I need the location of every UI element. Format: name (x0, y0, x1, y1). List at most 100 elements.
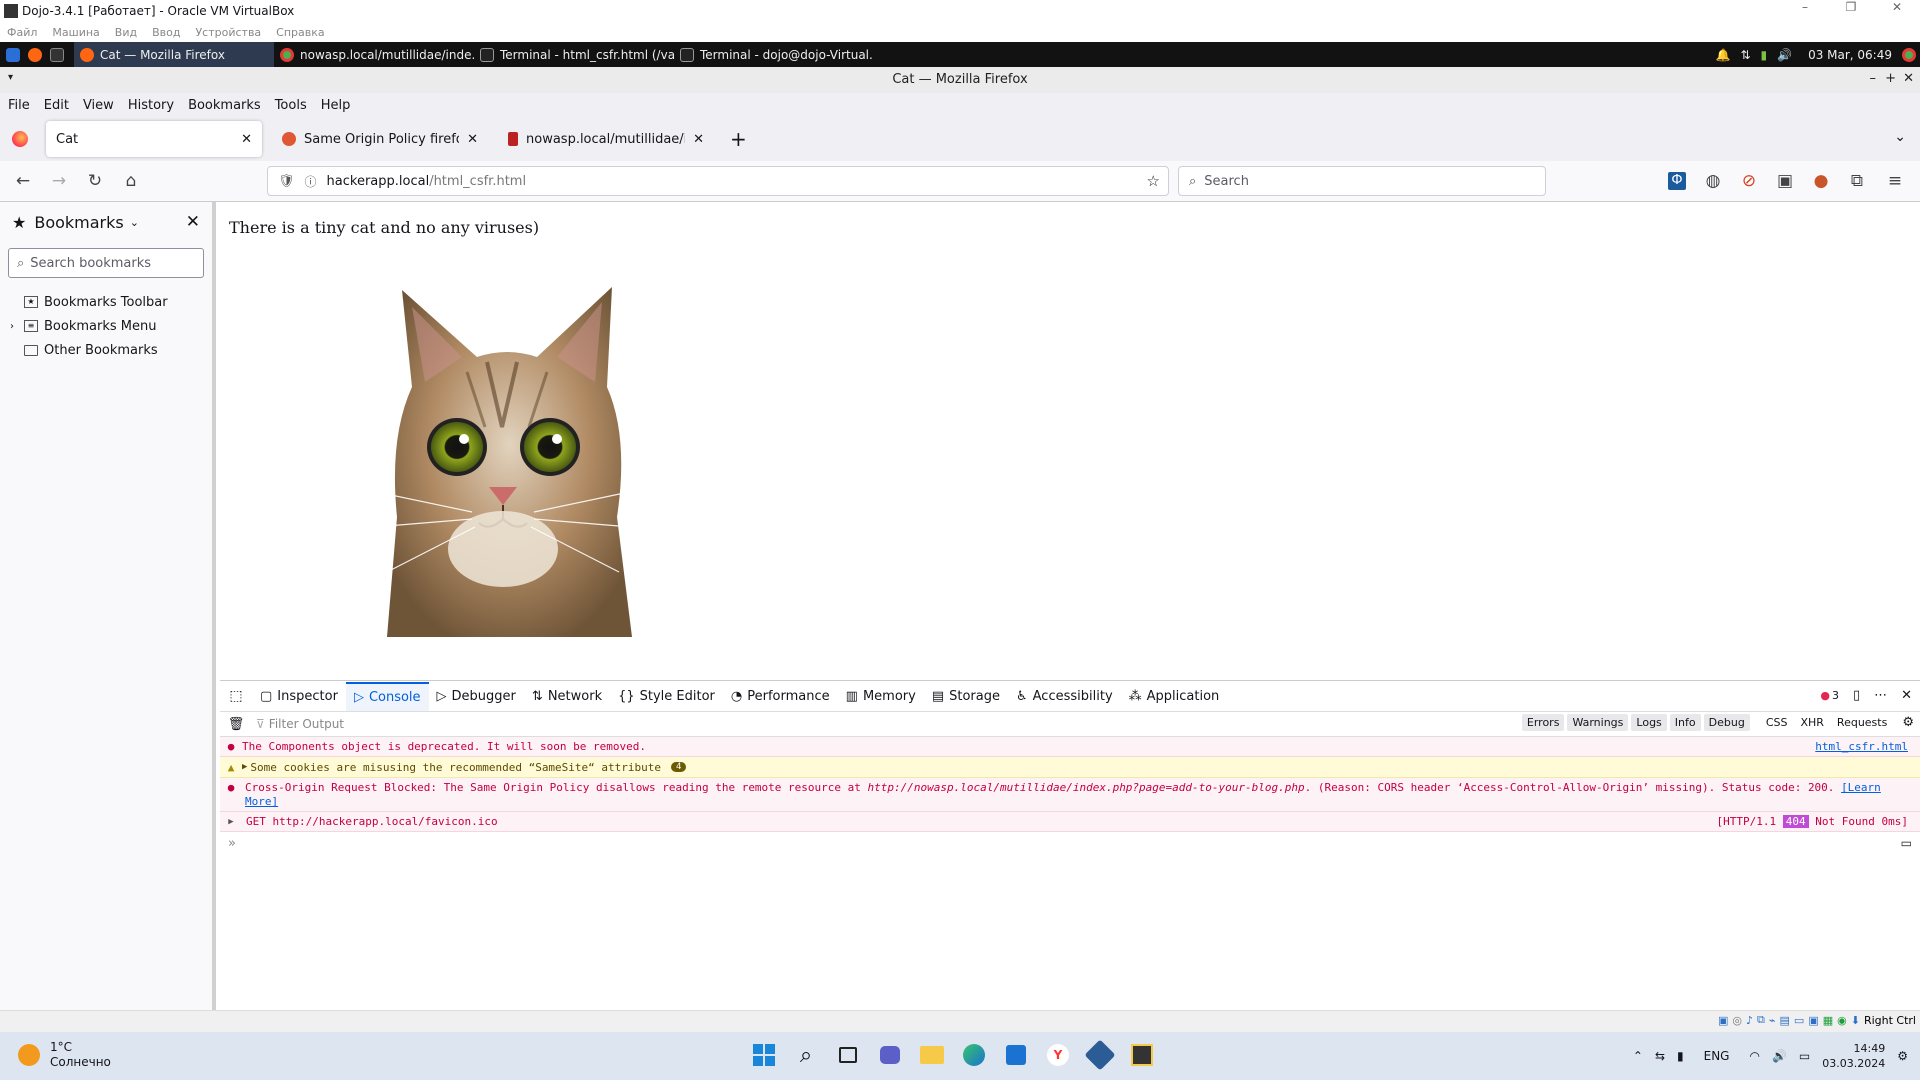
tracking-protection-icon[interactable]: 🛡 (278, 174, 295, 189)
network-status-icon[interactable]: ⧉ (1757, 1013, 1765, 1027)
menu-view[interactable]: View (83, 98, 114, 113)
volume-icon[interactable]: 🔊 (1777, 48, 1792, 62)
filter-logs-button[interactable]: Logs (1631, 714, 1667, 731)
cpu-status-icon[interactable]: ▦ (1823, 1014, 1833, 1027)
chevron-up-icon[interactable]: ⌃ (1633, 1049, 1643, 1063)
wifi-icon[interactable]: ◠ (1749, 1049, 1759, 1063)
vbox-menu-file[interactable]: Файл (7, 26, 37, 39)
tab-storage[interactable]: ▤ Storage (924, 682, 1008, 711)
taskbar-app-terminal-2[interactable]: Terminal - dojo@dojo-Virtual... (674, 42, 874, 67)
back-icon[interactable]: ← (12, 170, 34, 192)
bookmark-star-icon[interactable]: ☆ (1147, 172, 1160, 190)
vbox-menu-help[interactable]: Справка (276, 26, 324, 39)
edge-icon[interactable] (959, 1040, 989, 1070)
menu-tools[interactable]: Tools (275, 98, 307, 113)
editor-mode-icon[interactable]: ▭ (1901, 836, 1912, 850)
console-settings-icon[interactable]: ⚙ (1902, 715, 1914, 730)
tree-item-other-bookmarks[interactable]: Other Bookmarks (0, 338, 212, 362)
task-view-icon[interactable] (833, 1040, 863, 1070)
maximize-icon[interactable]: ❐ (1828, 0, 1874, 22)
volume-icon[interactable]: 🔊 (1772, 1049, 1787, 1063)
hdd-status-icon[interactable]: ▣ (1718, 1014, 1728, 1027)
tab-accessibility[interactable]: ♿ Accessibility (1008, 682, 1121, 711)
dock-side-icon[interactable]: ▯ (1853, 688, 1860, 703)
chevron-right-icon[interactable]: › (10, 321, 18, 332)
tab-memory[interactable]: ▥ Memory (838, 682, 924, 711)
taskbar-app-terminal-1[interactable]: Terminal - html_csfr.html (/va... (474, 42, 674, 67)
reload-icon[interactable]: ↻ (84, 170, 106, 192)
sidebar-title[interactable]: Bookmarks (34, 213, 123, 232)
teams-chat-icon[interactable] (875, 1040, 905, 1070)
usb-status-icon[interactable]: ⌁ (1769, 1014, 1776, 1027)
chevron-down-icon[interactable]: ⌄ (130, 216, 139, 229)
ff-minimize-icon[interactable]: – (1870, 71, 1877, 86)
menu-file[interactable]: File (8, 98, 30, 113)
filter-debug-button[interactable]: Debug (1703, 714, 1750, 731)
battery-icon[interactable]: ▮ (1761, 48, 1768, 62)
mouse-integration-icon[interactable]: ⬇ (1851, 1014, 1860, 1027)
filter-output-input[interactable]: Filter Output (269, 717, 344, 731)
filter-errors-button[interactable]: Errors (1521, 714, 1565, 731)
yandex-browser-icon[interactable]: Y (1043, 1040, 1073, 1070)
start-windows-icon[interactable] (749, 1040, 779, 1070)
tab-close-icon[interactable]: ✕ (241, 132, 252, 147)
extension-globe-icon[interactable]: ◍ (1702, 170, 1724, 192)
search-icon[interactable]: ⌕ (791, 1040, 821, 1070)
audio-status-icon[interactable]: ♪ (1746, 1014, 1753, 1027)
vm-app-icon[interactable] (1127, 1040, 1157, 1070)
menu-help[interactable]: Help (321, 98, 351, 113)
network-icon[interactable]: ⇅ (1740, 48, 1750, 62)
extension-blocker-icon[interactable]: ⊘ (1738, 170, 1760, 192)
recording-status-icon[interactable]: ▣ (1808, 1014, 1818, 1027)
menu-history[interactable]: History (128, 98, 174, 113)
chrome-tray-icon[interactable] (1902, 47, 1916, 62)
terminal-launcher-icon[interactable] (50, 47, 64, 62)
firefox-view-icon[interactable] (12, 131, 28, 147)
filter-css-button[interactable]: CSS (1761, 714, 1793, 731)
notification-bell-icon[interactable]: 🔔 (1715, 48, 1730, 62)
tab-mutillidae[interactable]: nowasp.local/mutillidae/inde ✕ (498, 121, 714, 157)
clear-console-icon[interactable]: 🗑 (220, 717, 252, 732)
ff-close-icon[interactable]: ✕ (1903, 71, 1914, 86)
url-text[interactable]: hackerapp.local/html_csfr.html (327, 174, 527, 189)
vbox-menu-devices[interactable]: Устройства (195, 26, 261, 39)
signal-bars-icon[interactable]: ▮ (1677, 1049, 1684, 1063)
filter-requests-button[interactable]: Requests (1832, 714, 1892, 731)
error-count-badge[interactable]: ● 3 (1820, 689, 1839, 702)
tab-network[interactable]: ⇅ Network (524, 682, 610, 711)
search-bar[interactable]: ⌕ Search (1178, 166, 1546, 196)
log-source-link[interactable]: html_csfr.html (1815, 740, 1908, 753)
host-clock[interactable]: 14:49 03.03.2024 (1822, 1041, 1885, 1071)
devtools-close-icon[interactable]: ✕ (1901, 688, 1912, 703)
tab-style-editor[interactable]: {} Style Editor (610, 682, 723, 711)
list-all-tabs-icon[interactable]: ⌄ (1894, 129, 1906, 145)
tab-performance[interactable]: ◔ Performance (723, 682, 838, 711)
firefox-launcher-icon[interactable] (28, 47, 42, 62)
app-menu-icon[interactable]: ≡ (1884, 170, 1906, 192)
optical-status-icon[interactable]: ◎ (1732, 1014, 1742, 1027)
url-bar[interactable]: 🛡 ⓘ hackerapp.local/html_csfr.html ☆ (267, 166, 1169, 196)
filter-info-button[interactable]: Info (1669, 714, 1701, 731)
virtualbox-app-icon[interactable] (1084, 1039, 1116, 1071)
display-status-icon[interactable]: ▭ (1794, 1014, 1804, 1027)
extension-foxy-icon[interactable]: ● (1810, 170, 1832, 192)
tab-application[interactable]: ⁂ Application (1121, 682, 1228, 711)
xfce-menu-icon[interactable] (6, 47, 20, 62)
close-icon[interactable]: ✕ (1874, 0, 1920, 22)
file-explorer-icon[interactable] (917, 1040, 947, 1070)
filter-xhr-button[interactable]: XHR (1795, 714, 1828, 731)
ff-maximize-icon[interactable]: + (1885, 71, 1896, 86)
taskbar-app-firefox[interactable]: Cat — Mozilla Firefox (74, 42, 274, 67)
sidebar-close-icon[interactable]: ✕ (186, 212, 200, 232)
vbox-menu-input[interactable]: Ввод (152, 26, 180, 39)
language-indicator[interactable]: ENG (1704, 1049, 1730, 1063)
tab-same-origin-policy[interactable]: Same Origin Policy firefox at t ✕ (272, 121, 488, 157)
tab-debugger[interactable]: ▷ Debugger (429, 682, 524, 711)
extensions-puzzle-icon[interactable]: ⧉ (1846, 170, 1868, 192)
home-icon[interactable]: ⌂ (120, 170, 142, 192)
weather-widget[interactable]: 1°C Солнечно (18, 1040, 111, 1070)
new-tab-icon[interactable]: + (730, 127, 747, 151)
menu-edit[interactable]: Edit (44, 98, 69, 113)
minimize-icon[interactable]: – (1782, 0, 1828, 22)
pen-menu-icon[interactable]: ⇆ (1655, 1049, 1665, 1063)
